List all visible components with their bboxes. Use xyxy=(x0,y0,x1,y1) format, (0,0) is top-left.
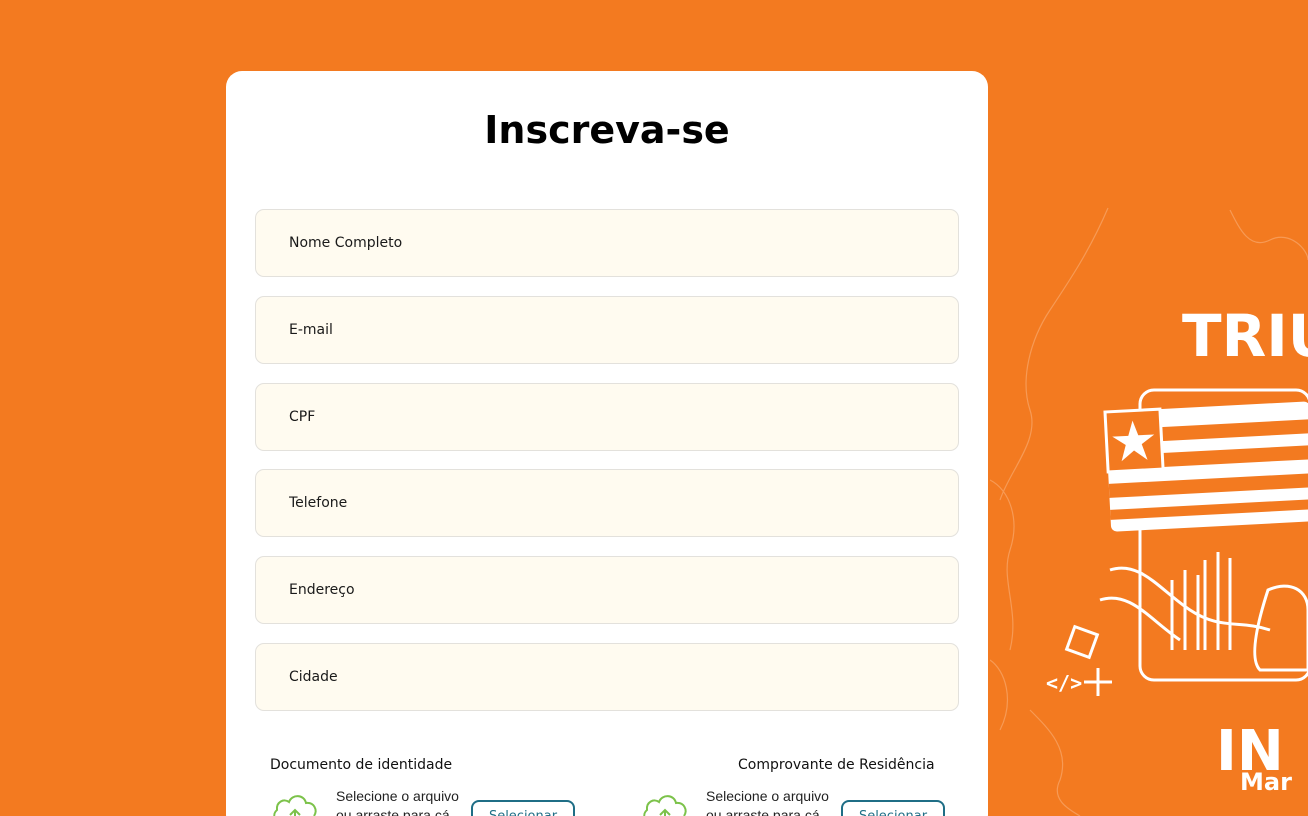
svg-text:</>: </> xyxy=(1046,671,1082,695)
identity-select-button[interactable]: Selecionar xyxy=(471,800,575,816)
email-input[interactable] xyxy=(289,297,958,363)
address-field[interactable] xyxy=(255,556,959,624)
residence-proof-label: Comprovante de Residência xyxy=(738,757,935,773)
phone-field[interactable] xyxy=(255,469,959,537)
upload-hint-line2: ou arraste para cá xyxy=(706,807,820,816)
cpf-input[interactable] xyxy=(289,384,958,450)
cloud-upload-icon[interactable] xyxy=(640,792,690,816)
city-input[interactable] xyxy=(289,644,958,710)
identity-upload-hint: Selecione o arquivo ou arraste para cá xyxy=(336,787,466,816)
decorative-illustration: TRIU </> IN Mar xyxy=(990,207,1308,816)
brand-text-top: TRIU xyxy=(1182,302,1308,370)
identity-document-label: Documento de identidade xyxy=(270,757,453,773)
email-field[interactable] xyxy=(255,296,959,364)
address-input[interactable] xyxy=(289,557,958,623)
name-field[interactable] xyxy=(255,209,959,277)
residence-select-button[interactable]: Selecionar xyxy=(841,800,945,816)
residence-upload-hint: Selecione o arquivo ou arraste para cá xyxy=(706,787,836,816)
phone-input[interactable] xyxy=(289,470,958,536)
city-field[interactable] xyxy=(255,643,959,711)
cpf-field[interactable] xyxy=(255,383,959,451)
page-title: Inscreva-se xyxy=(484,108,730,152)
upload-hint-line2: ou arraste para cá xyxy=(336,807,450,816)
brand-text-bottom-small: Mar xyxy=(1240,768,1292,796)
name-input[interactable] xyxy=(289,210,958,276)
cloud-upload-icon[interactable] xyxy=(270,792,320,816)
upload-hint-line1: Selecione o arquivo xyxy=(706,788,829,804)
upload-hint-line1: Selecione o arquivo xyxy=(336,788,459,804)
